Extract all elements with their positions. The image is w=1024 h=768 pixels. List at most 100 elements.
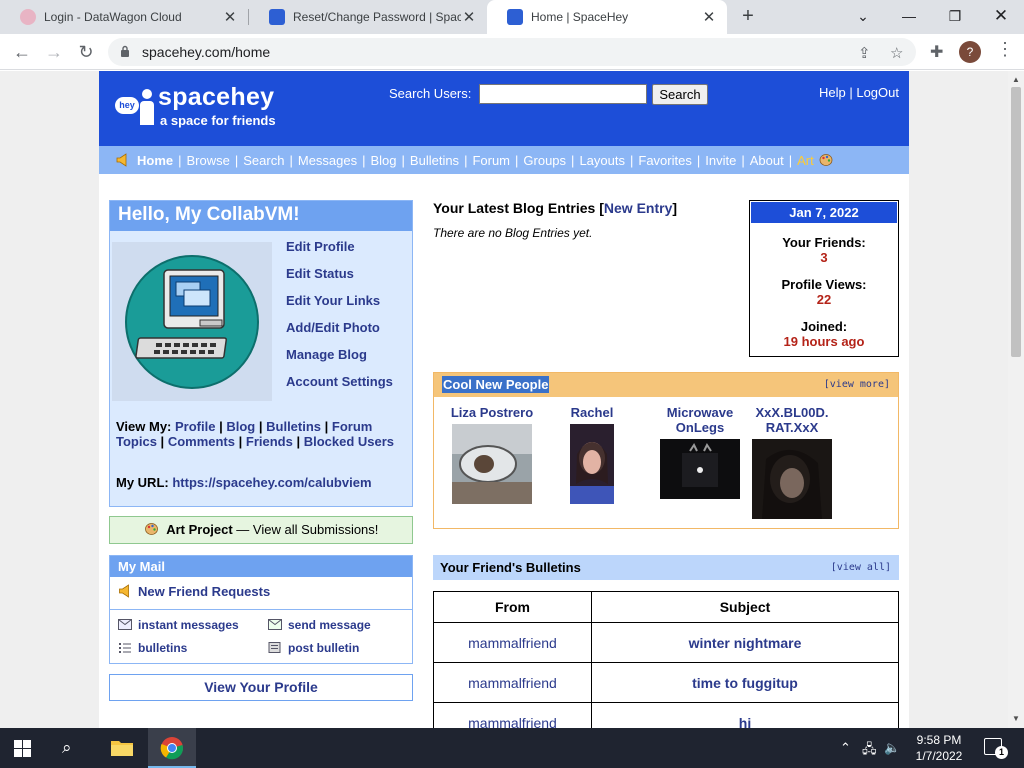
person-card[interactable]: XxX.BL00D. RAT.XxX <box>738 405 846 522</box>
scroll-up-arrow-icon[interactable]: ▲ <box>1008 73 1024 87</box>
view-my-profile-link[interactable]: Profile <box>175 419 215 434</box>
new-tab-icon[interactable]: + <box>737 6 759 28</box>
view-my-friends-link[interactable]: Friends <box>246 434 293 449</box>
person-photo[interactable] <box>570 424 614 504</box>
view-my-comments-link[interactable]: Comments <box>168 434 235 449</box>
nav-art[interactable]: Art <box>797 153 814 168</box>
back-arrow-icon[interactable]: ← <box>10 40 34 64</box>
person-photo[interactable] <box>752 439 832 519</box>
bulletin-subject-link[interactable]: time to fuggitup <box>591 662 899 703</box>
bulletin-from-link[interactable]: mammalfriend <box>433 622 592 663</box>
help-link[interactable]: Help <box>819 85 846 100</box>
edit-links-link[interactable]: Edit Your Links <box>286 292 393 319</box>
volume-muted-icon[interactable]: 🔈 <box>884 740 900 756</box>
page-scrollbar[interactable]: ▲ ▼ <box>1008 71 1024 728</box>
send-message-link[interactable]: send message <box>268 618 371 632</box>
nav-browse[interactable]: Browse <box>187 153 230 168</box>
view-all-bulletins-link[interactable]: [view all] <box>831 562 891 573</box>
view-all-submissions-link[interactable]: View all Submissions! <box>253 522 378 537</box>
bulletin-from-link[interactable]: mammalfriend <box>433 662 592 703</box>
person-name[interactable]: Microwave OnLegs <box>650 405 750 435</box>
clock-date: 1/7/2022 <box>915 749 963 763</box>
close-tab-icon[interactable]: ✕ <box>222 8 238 26</box>
person-name[interactable]: XxX.BL00D. RAT.XxX <box>738 405 846 435</box>
address-bar[interactable]: spacehey.com/home ⇪ ☆ <box>108 38 916 66</box>
search-users-input[interactable] <box>479 84 647 104</box>
network-icon[interactable]: 🖧 <box>862 740 877 762</box>
person-card[interactable]: Microwave OnLegs <box>650 405 750 502</box>
reload-icon[interactable]: ↻ <box>74 40 98 64</box>
scroll-down-arrow-icon[interactable]: ▼ <box>1008 712 1024 726</box>
extensions-puzzle-icon[interactable]: ✚ <box>930 42 943 62</box>
view-my-bulletins-link[interactable]: Bulletins <box>266 419 321 434</box>
person-card[interactable]: Liza Postrero <box>450 405 534 507</box>
nav-home[interactable]: Home <box>137 153 173 168</box>
nav-messages[interactable]: Messages <box>298 153 357 168</box>
new-friend-requests-label: New Friend Requests <box>138 584 271 599</box>
minimize-icon[interactable]: — <box>886 0 932 34</box>
bulletin-from-link[interactable]: mammalfriend <box>433 702 592 728</box>
my-url-link[interactable]: https://spacehey.com/calubviem <box>172 475 371 490</box>
view-my-label: View My: <box>116 419 172 434</box>
stats-date: Jan 7, 2022 <box>751 202 897 223</box>
nav-blog[interactable]: Blog <box>371 153 397 168</box>
browser-menu-icon[interactable]: ⋮ <box>996 39 1014 60</box>
post-bulletin-link[interactable]: post bulletin <box>268 641 359 655</box>
tab-reset-password[interactable]: Reset/Change Password | SpaceHey ✕ <box>249 0 487 34</box>
logout-link[interactable]: LogOut <box>856 85 899 100</box>
tab-title: Home | SpaceHey <box>531 10 629 24</box>
taskbar-clock[interactable]: 9:58 PM 1/7/2022 <box>904 732 974 764</box>
browser-profile-avatar[interactable]: ? <box>959 41 981 63</box>
tab-home-spacehey[interactable]: Home | SpaceHey ✕ <box>487 0 727 34</box>
view-my-blog-link[interactable]: Blog <box>226 419 255 434</box>
file-explorer-button[interactable] <box>98 728 146 768</box>
taskbar-search-icon[interactable]: ⌕ <box>62 738 72 758</box>
view-more-link[interactable]: [view more] <box>824 379 890 390</box>
person-photo[interactable] <box>660 439 740 499</box>
view-my-blocked-users-link[interactable]: Blocked Users <box>304 434 394 449</box>
close-tab-icon[interactable]: ✕ <box>701 8 717 26</box>
instant-messages-link[interactable]: instant messages <box>118 618 239 632</box>
header-links: Help | LogOut <box>819 85 899 100</box>
nav-about[interactable]: About <box>750 153 784 168</box>
avatar[interactable] <box>112 242 272 401</box>
new-friend-requests-link[interactable]: New Friend Requests <box>118 584 270 599</box>
tray-chevron-up-icon[interactable]: ⌃ <box>840 740 851 756</box>
search-button[interactable]: Search <box>652 84 708 105</box>
person-name[interactable]: Liza Postrero <box>450 405 534 420</box>
nav-forum[interactable]: Forum <box>472 153 510 168</box>
close-tab-icon[interactable]: ✕ <box>461 8 477 26</box>
person-card[interactable]: Rachel <box>550 405 634 507</box>
manage-blog-link[interactable]: Manage Blog <box>286 346 393 373</box>
chrome-taskbar-button[interactable] <box>148 728 196 768</box>
edit-status-link[interactable]: Edit Status <box>286 265 393 292</box>
person-photo[interactable] <box>452 424 532 504</box>
nav-search[interactable]: Search <box>243 153 284 168</box>
add-edit-photo-link[interactable]: Add/Edit Photo <box>286 319 393 346</box>
nav-layouts[interactable]: Layouts <box>579 153 625 168</box>
new-entry-link[interactable]: New Entry <box>604 200 672 216</box>
scroll-thumb[interactable] <box>1011 87 1021 357</box>
tab-datawagon[interactable]: Login - DataWagon Cloud ✕ <box>0 0 248 34</box>
logo-hey-badge[interactable]: hey <box>115 97 139 114</box>
logo-person-icon[interactable] <box>139 89 155 125</box>
logo-name[interactable]: spacehey <box>158 83 274 112</box>
restore-icon[interactable]: ❐ <box>932 0 978 34</box>
bulletin-subject-link[interactable]: winter nightmare <box>591 622 899 663</box>
forward-arrow-icon[interactable]: → <box>42 40 66 64</box>
windows-start-icon[interactable] <box>14 740 31 757</box>
share-icon[interactable]: ⇪ <box>858 44 871 62</box>
tab-search-chevron-icon[interactable]: ⌄ <box>840 0 886 34</box>
nav-favorites[interactable]: Favorites <box>638 153 691 168</box>
bulletin-subject-link[interactable]: hi <box>591 702 899 728</box>
close-window-icon[interactable]: ✕ <box>978 0 1024 34</box>
nav-groups[interactable]: Groups <box>523 153 566 168</box>
nav-invite[interactable]: Invite <box>705 153 736 168</box>
person-name[interactable]: Rachel <box>550 405 634 420</box>
bulletins-link[interactable]: bulletins <box>118 641 187 655</box>
nav-bulletins[interactable]: Bulletins <box>410 153 459 168</box>
account-settings-link[interactable]: Account Settings <box>286 373 393 400</box>
view-your-profile-button[interactable]: View Your Profile <box>109 674 413 701</box>
edit-profile-link[interactable]: Edit Profile <box>286 238 393 265</box>
bookmark-star-icon[interactable]: ☆ <box>890 44 903 62</box>
